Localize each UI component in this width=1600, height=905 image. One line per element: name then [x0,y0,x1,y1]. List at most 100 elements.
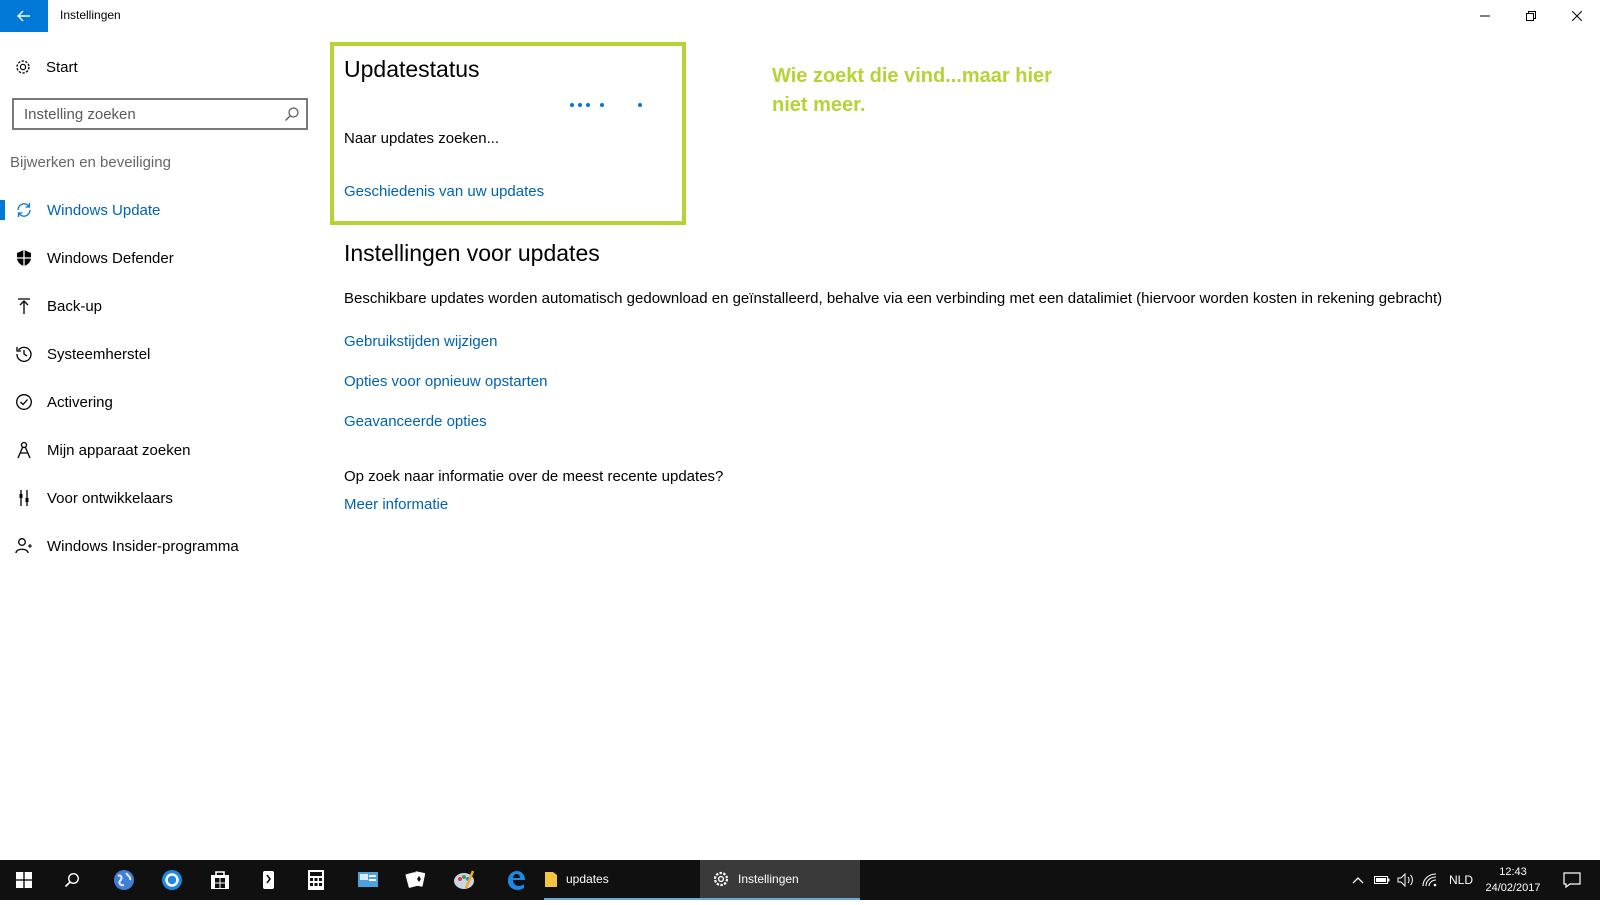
globe-app-icon [114,870,134,890]
sidebar-item-label: Windows Update [47,201,161,219]
taskbar-pinned-app[interactable] [148,860,196,900]
sidebar-item-label: Mijn apparaat zoeken [47,441,191,459]
edge-browser-icon [508,871,525,890]
update-settings-heading: Instellingen voor updates [344,240,600,266]
screen-bottom-edge [0,900,1600,905]
update-status-heading: Updatestatus [344,56,480,82]
minimize-icon [1480,15,1490,17]
restore-button[interactable] [1508,0,1554,32]
find-device-icon [14,440,34,460]
sidebar-item-find-my-device[interactable]: Mijn apparaat zoeken [0,426,320,474]
sidebar-item-windows-defender[interactable]: Windows Defender [0,234,320,282]
action-center-button[interactable] [1552,860,1592,900]
search-icon[interactable] [284,106,300,122]
sidebar-item-label: Windows Defender [47,249,174,267]
taskbar-pinned-app[interactable] [244,860,292,900]
taskbar-pinned-app[interactable] [492,860,540,900]
more-info-link[interactable]: Meer informatie [344,496,448,513]
taskbar-search-button[interactable] [48,860,96,900]
sidebar-item-label: Back-up [47,297,103,315]
folder-icon [545,872,557,887]
show-hidden-icons-button[interactable] [1346,860,1370,900]
taskbar-pinned-app[interactable] [392,860,440,900]
sidebar-item-for-developers[interactable]: Voor ontwikkelaars [0,474,320,522]
taskbar-pinned-app[interactable] [196,860,244,900]
shield-icon [14,248,34,268]
restore-icon [1526,11,1536,21]
sidebar-item-windows-update[interactable]: Windows Update [0,186,320,234]
title-bar: Instellingen [0,0,1600,32]
sidebar-item-label: Start [46,58,78,76]
volume-icon [1397,873,1413,887]
sidebar-item-label: Windows Insider-programma [47,537,239,555]
progress-dot [570,103,574,107]
upload-arrow-icon [14,296,34,316]
restart-options-link[interactable]: Opties voor opnieuw opstarten [344,373,547,390]
info-question: Op zoek naar informatie over de meest re… [344,468,724,485]
sidebar-item-start[interactable]: Start [14,56,78,78]
input-language-button[interactable]: NLD [1443,860,1479,900]
progress-dot [586,103,590,107]
sidebar-item-system-restore[interactable]: Systeemherstel [0,330,320,378]
gear-icon [16,60,30,74]
update-status-text: Naar updates zoeken... [344,130,500,147]
progress-dot [578,103,582,107]
cards-game-icon [405,871,426,888]
phone-app-icon [263,871,274,889]
shield-app-icon [162,870,182,890]
taskbar-app-label: Instellingen [738,872,799,886]
chevron-up-icon [1352,877,1364,884]
sidebar-item-activation[interactable]: Activering [0,378,320,426]
sync-icon [14,200,34,220]
taskbar-app-settings[interactable]: Instellingen [700,860,860,900]
clock-time: 12:43 [1499,866,1527,878]
store-icon [211,871,229,889]
sidebar-item-backup[interactable]: Back-up [0,282,320,330]
developer-tools-icon [14,488,34,508]
taskbar-pinned-app[interactable] [440,860,488,900]
advanced-options-link[interactable]: Geavanceerde opties [344,413,487,430]
taskbar-app-updates[interactable]: updates [544,860,700,900]
close-icon [1572,11,1582,21]
change-active-hours-link[interactable]: Gebruikstijden wijzigen [344,333,497,350]
taskbar-pinned-app[interactable] [292,860,340,900]
progress-dot [600,103,604,107]
control-panel-icon [358,872,378,887]
taskbar-clock[interactable]: 12:43 24/02/2017 [1478,864,1548,896]
close-button[interactable] [1554,0,1600,32]
progress-dots [566,100,646,110]
network-tray-button[interactable] [1418,860,1442,900]
battery-tray-button[interactable] [1370,860,1394,900]
minimize-button[interactable] [1462,0,1508,32]
sidebar-item-windows-insider[interactable]: Windows Insider-programma [0,522,320,570]
paint-icon [454,870,475,889]
update-history-link[interactable]: Geschiedenis van uw updates [344,183,544,200]
history-icon [14,344,34,364]
sidebar-item-label: Systeemherstel [47,345,151,363]
taskbar: updates Instellingen NLD 12:43 24/02/201… [0,860,1600,900]
battery-icon [1374,876,1390,884]
taskbar-pinned-app[interactable] [100,860,148,900]
windows-logo-icon [16,872,32,888]
start-button[interactable] [0,860,48,900]
section-heading: Bijwerken en beveiliging [10,154,171,171]
gear-icon [713,871,729,887]
clock-date: 24/02/2017 [1485,882,1541,894]
sidebar-item-label: Activering [47,393,113,411]
back-button[interactable] [0,0,48,32]
back-arrow-icon [17,10,30,22]
notification-icon [1563,872,1581,888]
check-circle-icon [14,392,34,412]
taskbar-pinned-app[interactable] [344,860,392,900]
insider-person-icon [14,536,34,556]
update-settings-description: Beschikbare updates worden automatisch g… [344,290,1443,307]
volume-tray-button[interactable] [1394,860,1418,900]
window-title: Instellingen [60,8,121,22]
progress-dot [638,103,642,107]
sidebar-item-label: Voor ontwikkelaars [47,489,173,507]
search-input[interactable] [14,100,274,128]
search-icon [64,872,80,888]
annotation-text: Wie zoekt die vind...maar hier niet meer… [772,65,1052,116]
search-box[interactable] [12,98,308,130]
sidebar: Start Bijwerken en beveiliging Windows U… [0,32,320,860]
